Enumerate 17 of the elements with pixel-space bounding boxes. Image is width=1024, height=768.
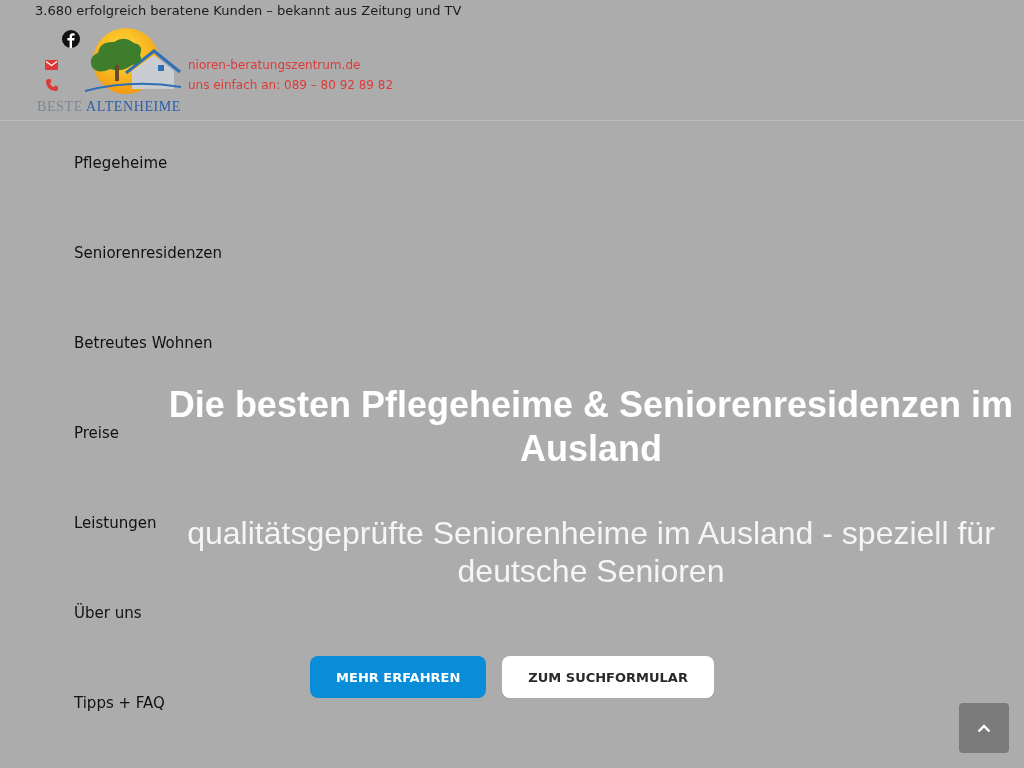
nav-link[interactable]: Betreutes Wohnen [74, 332, 213, 354]
nav-link[interactable]: Leistungen [74, 512, 157, 534]
nav-link[interactable]: Preise [74, 422, 120, 444]
nav-link[interactable]: Pflegeheime [74, 152, 168, 174]
envelope-icon [45, 60, 58, 70]
search-form-button[interactable]: ZUM SUCHFORMULAR [502, 656, 714, 698]
hero-subtitle: qualitätsgeprüfte Seniorenheime im Ausland - speziell für deutsche Senioren [186, 514, 996, 590]
learn-more-button[interactable]: MEHR ERFAHREN [310, 656, 487, 698]
nav-link[interactable]: Tipps + FAQ [74, 692, 165, 714]
phone-icon [46, 79, 58, 91]
facebook-icon[interactable] [62, 30, 80, 48]
nav-link[interactable]: Über uns [74, 602, 142, 624]
phone-text: uns einfach an: 089 – 80 92 89 82 [188, 77, 394, 93]
chevron-up-icon [977, 723, 991, 733]
nav-link[interactable]: Seniorenresidenzen [74, 242, 223, 264]
top-bar-text: 3.680 erfolgreich beratene Kunden – bekannt aus Zeitung und TV [35, 2, 462, 20]
hero-title: Die besten Pflegeheime & Seniorenresidenzen im Ausland [167, 383, 1015, 471]
